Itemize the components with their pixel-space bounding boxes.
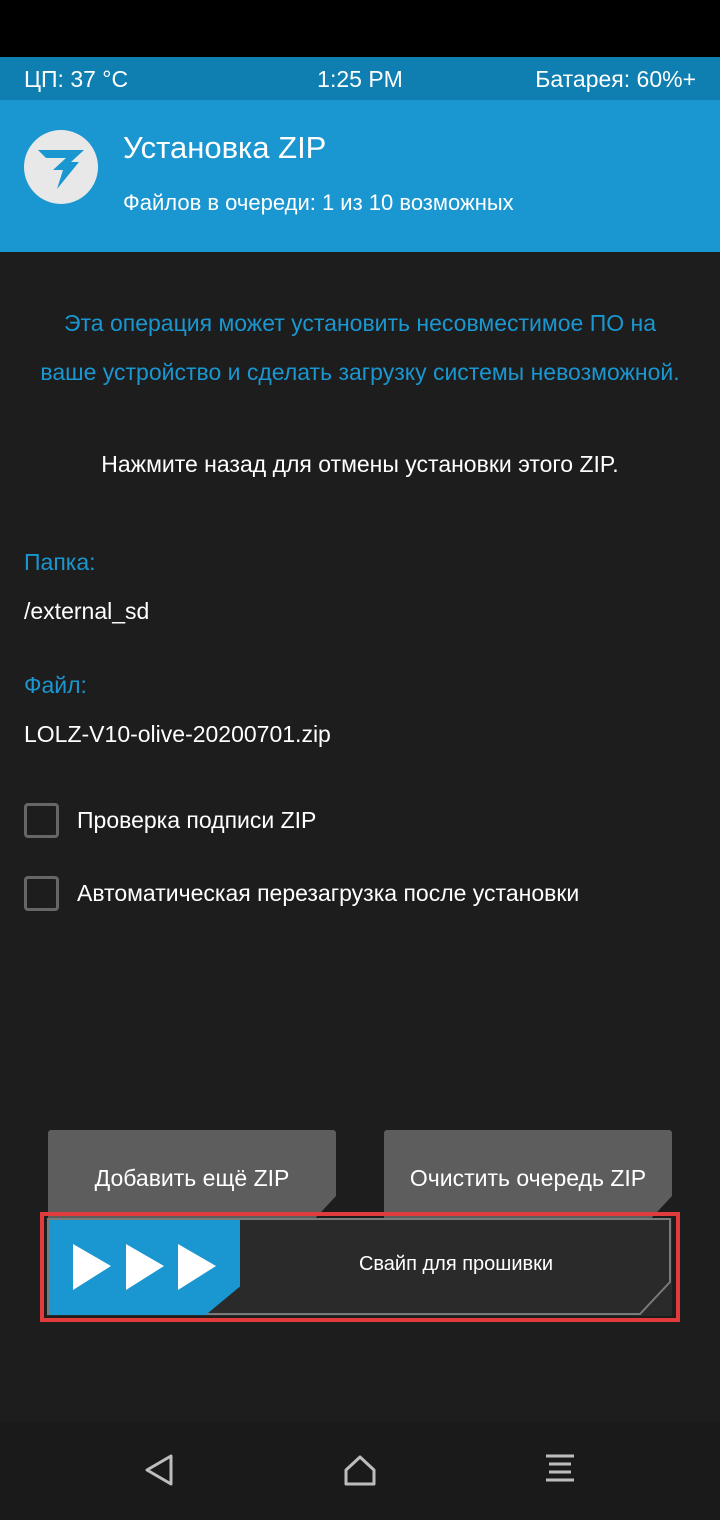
page-header: Установка ZIP Файлов в очереди: 1 из 10 … (0, 100, 720, 252)
menu-icon[interactable] (540, 1450, 580, 1490)
swipe-highlight-box (40, 1212, 680, 1322)
page-title: Установка ZIP (123, 130, 327, 165)
warning-line-2: ваше устройство и сделать загрузку систе… (40, 359, 680, 385)
queue-count: Файлов в очереди: 1 из 10 возможных (123, 190, 514, 215)
auto-reboot-label: Автоматическая перезагрузка после устано… (77, 879, 580, 906)
zip-signature-option[interactable]: Проверка подписи ZIP (24, 802, 316, 838)
navigation-bar (0, 1422, 720, 1520)
warning-line-1: Эта операция может установить несовмести… (63, 310, 656, 336)
screen: ЦП: 37 °C 1:25 PM Батарея: 60%+ Установк… (0, 0, 720, 1520)
file-value: LOLZ-V10-olive-20200701.zip (24, 721, 331, 747)
twrp-logo-icon (24, 130, 98, 204)
home-icon[interactable] (340, 1450, 380, 1490)
zip-signature-label: Проверка подписи ZIP (77, 806, 317, 833)
folder-label: Папка: (24, 549, 96, 575)
status-bar: ЦП: 37 °C 1:25 PM Батарея: 60%+ (0, 57, 720, 100)
file-label: Файл: (24, 672, 87, 698)
back-triangle-icon[interactable] (141, 1450, 181, 1490)
auto-reboot-checkbox[interactable] (24, 875, 59, 911)
auto-reboot-option[interactable]: Автоматическая перезагрузка после устано… (24, 875, 579, 911)
warning-message: Эта операция может установить несовмести… (0, 299, 720, 397)
folder-value: /external_sd (24, 598, 150, 624)
back-cancel-note: Нажмите назад для отмены установки этого… (101, 451, 619, 477)
battery-level: Батарея: 60%+ (535, 66, 696, 92)
zip-signature-checkbox[interactable] (24, 802, 59, 838)
